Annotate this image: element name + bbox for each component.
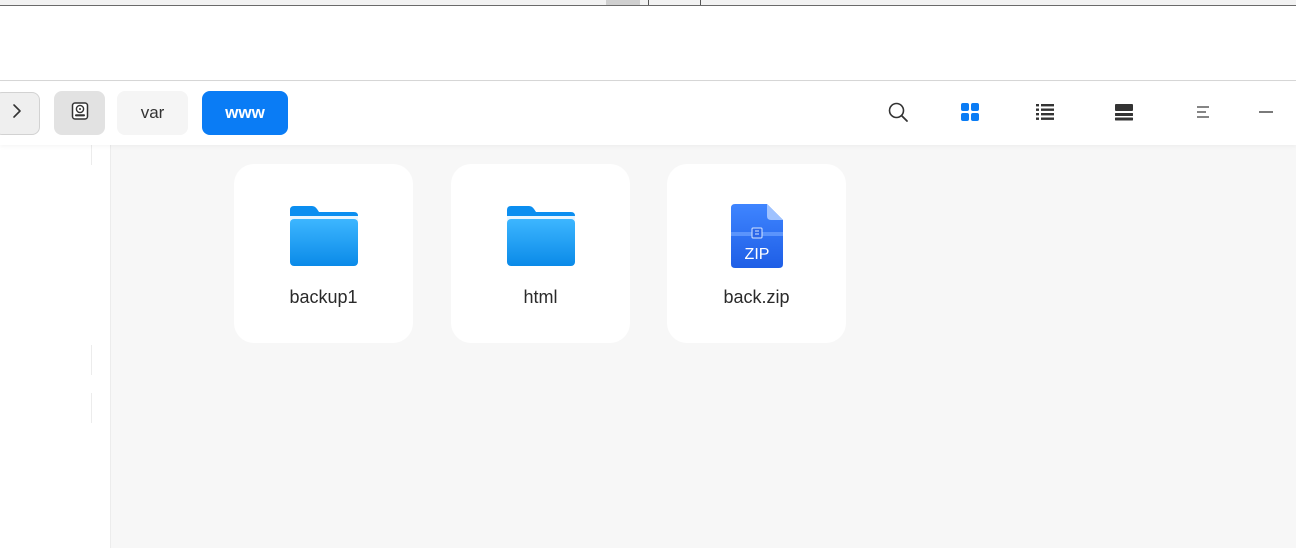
- menu-icon: [1195, 104, 1211, 125]
- grid-view-icon: [960, 102, 980, 127]
- minimize-button[interactable]: [1250, 98, 1282, 130]
- sidebar: [0, 145, 111, 548]
- minimize-icon: [1258, 104, 1274, 125]
- menu-button[interactable]: [1187, 98, 1219, 130]
- forward-button[interactable]: [0, 92, 40, 135]
- folder-icon: [288, 200, 360, 272]
- file-item[interactable]: html: [451, 164, 630, 343]
- folder-icon: [505, 200, 577, 272]
- search-icon: [887, 101, 909, 128]
- search-button[interactable]: [882, 98, 914, 130]
- file-grid: backup1 html ZIP back.zip: [111, 145, 1296, 548]
- detail-view-button[interactable]: [1108, 98, 1140, 130]
- breadcrumb-label: var: [140, 103, 165, 122]
- title-bar[interactable]: [0, 6, 1296, 81]
- toolbar: var www: [0, 82, 1296, 145]
- list-view-button[interactable]: [1029, 98, 1061, 130]
- file-item[interactable]: backup1: [234, 164, 413, 343]
- zip-file-icon: ZIP: [721, 200, 793, 272]
- file-name: backup1: [289, 287, 358, 307]
- file-item[interactable]: ZIP back.zip: [667, 164, 846, 343]
- zip-badge: ZIP: [744, 246, 769, 263]
- chevron-right-icon: [10, 103, 24, 124]
- hard-drive-icon: [71, 101, 89, 125]
- sidebar-divider: [91, 345, 92, 375]
- breadcrumb-www[interactable]: www: [202, 91, 288, 135]
- file-manager-window: var www backup1 html ZIP back.zip: [0, 6, 1296, 548]
- breadcrumb-drive[interactable]: [54, 91, 105, 135]
- grid-view-button[interactable]: [954, 98, 986, 130]
- detail-view-icon: [1114, 103, 1134, 126]
- file-name: html: [523, 287, 558, 307]
- file-name: back.zip: [723, 287, 790, 307]
- list-view-icon: [1035, 103, 1055, 126]
- breadcrumb-label: www: [225, 103, 265, 122]
- sidebar-divider: [91, 393, 92, 423]
- sidebar-divider: [91, 145, 92, 165]
- breadcrumb-var[interactable]: var: [117, 91, 188, 135]
